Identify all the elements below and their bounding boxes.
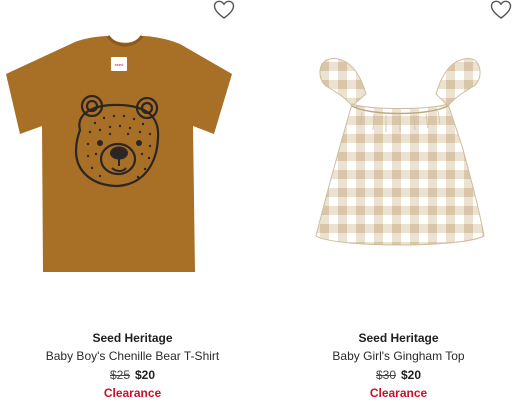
- wishlist-heart-icon[interactable]: [213, 0, 235, 20]
- product-prices: $30 $20: [266, 368, 531, 382]
- wishlist-heart-icon[interactable]: [490, 0, 512, 20]
- clearance-badge: Clearance: [103, 386, 162, 400]
- original-price: $30: [375, 368, 396, 382]
- product-name-link[interactable]: Baby Girl's Gingham Top: [266, 349, 531, 363]
- product-name-link[interactable]: Baby Boy's Chenille Bear T-Shirt: [0, 349, 265, 363]
- product-grid: seed Seed Heritage Baby Boy's Chenille B…: [0, 0, 531, 417]
- product-prices: $25 $20: [0, 368, 265, 382]
- clearance-badge: Clearance: [369, 386, 428, 400]
- product-card[interactable]: Seed Heritage Baby Girl's Gingham Top $3…: [266, 0, 531, 417]
- product-image-gingham-top[interactable]: [266, 26, 531, 296]
- product-info: Seed Heritage Baby Boy's Chenille Bear T…: [0, 331, 265, 400]
- product-info: Seed Heritage Baby Girl's Gingham Top $3…: [266, 331, 531, 400]
- sale-price: $20: [401, 368, 422, 382]
- product-image-bear-tshirt[interactable]: seed: [0, 26, 265, 296]
- svg-text:seed: seed: [115, 62, 124, 67]
- product-brand: Seed Heritage: [358, 331, 439, 345]
- sale-price: $20: [135, 368, 156, 382]
- product-card[interactable]: seed Seed Heritage Baby Boy's Chenille B…: [0, 0, 265, 417]
- product-brand: Seed Heritage: [92, 331, 173, 345]
- original-price: $25: [109, 368, 130, 382]
